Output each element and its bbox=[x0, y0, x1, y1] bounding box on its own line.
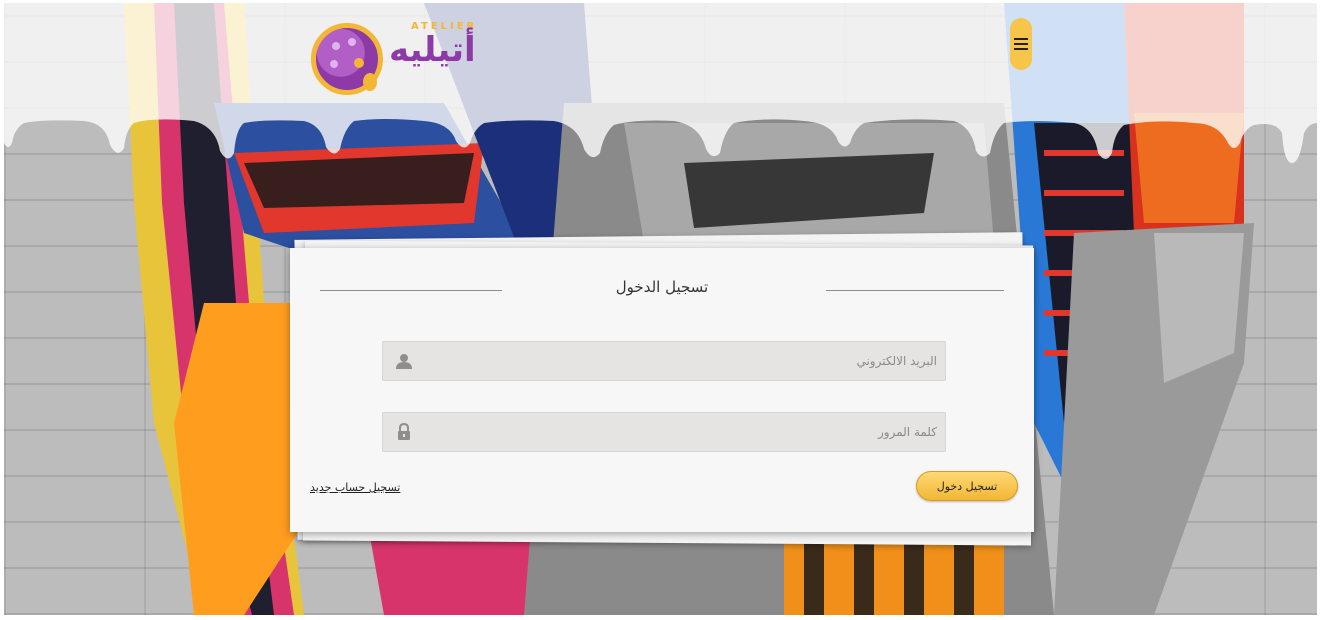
password-input[interactable] bbox=[421, 413, 941, 451]
email-field[interactable] bbox=[382, 341, 946, 381]
login-card: تسجيل الدخول تسجيل دخول تسجيل حساب جديد bbox=[290, 248, 1034, 532]
register-link[interactable]: تسجيل حساب جديد bbox=[310, 481, 400, 494]
lock-icon bbox=[398, 423, 410, 440]
password-field[interactable] bbox=[382, 412, 946, 452]
page-background: ATELIER أتيليه تسجيل الدخول البريد الالك… bbox=[4, 3, 1317, 615]
paint-drop-icon bbox=[363, 73, 377, 91]
brand-logo[interactable]: ATELIER أتيليه bbox=[309, 15, 479, 95]
header-drip-overlay bbox=[4, 3, 1317, 163]
email-input[interactable] bbox=[421, 342, 941, 380]
login-submit-button[interactable]: تسجيل دخول bbox=[916, 471, 1018, 501]
login-title: تسجيل الدخول bbox=[615, 278, 709, 296]
hamburger-menu-icon bbox=[1014, 38, 1028, 50]
user-icon bbox=[396, 354, 412, 369]
brand-name: أتيليه bbox=[389, 30, 476, 70]
menu-button[interactable] bbox=[1010, 18, 1032, 70]
